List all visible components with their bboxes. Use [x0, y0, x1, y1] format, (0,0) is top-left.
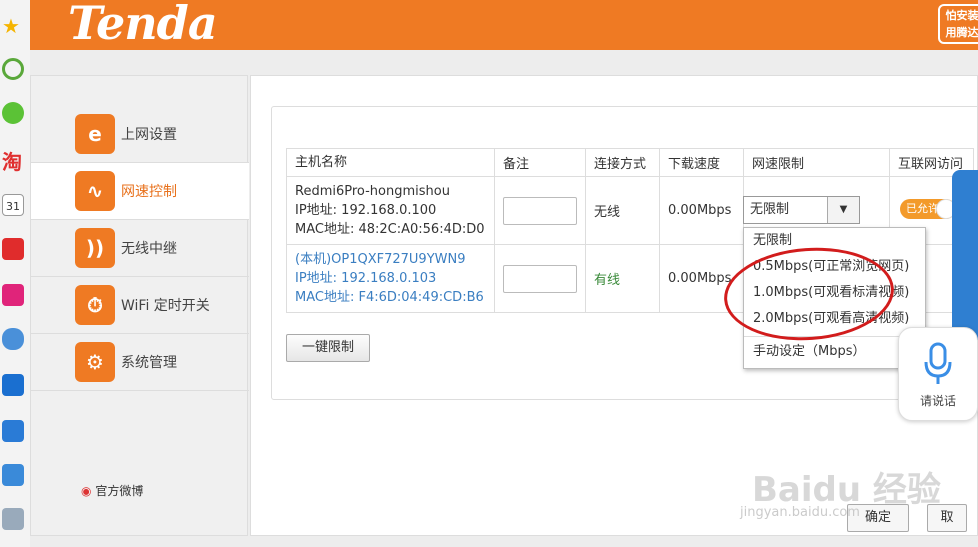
microphone-icon [923, 342, 953, 386]
side-floating-panel[interactable] [952, 170, 978, 340]
video-icon[interactable] [2, 374, 24, 396]
header-badge: 怕安装 用腾达 [938, 4, 978, 44]
sidebar-item-label: WiFi 定时开关 [121, 298, 210, 314]
speed-limit-select[interactable]: 无限制 ▼ [743, 196, 860, 224]
calendar-icon[interactable]: 31 [2, 194, 24, 216]
weibo-link[interactable]: ◉ 官方微博 [81, 482, 143, 499]
sidebar-item-system[interactable]: ⚙ 系统管理 [31, 334, 249, 391]
sidebar-item-label: 网速控制 [121, 184, 177, 200]
gear-icon: ⚙ [75, 342, 115, 382]
antenna-icon: )) [75, 228, 115, 268]
baidu-watermark: Baidu 经验 [752, 470, 941, 510]
internet-access-toggle[interactable]: 已允许 [900, 199, 956, 219]
note-input[interactable] [503, 196, 577, 225]
tenda-logo: Tenda [68, 0, 218, 50]
speed-wave-icon: ∿ [75, 171, 115, 211]
sidebar-item-label: 系统管理 [121, 355, 177, 371]
sidebar-item-speed-control[interactable]: ∿ 网速控制 [31, 163, 249, 220]
app-icon[interactable] [2, 508, 24, 530]
timer-icon: ⏱ [75, 285, 115, 325]
ie-icon: e [75, 114, 115, 154]
limit-all-button[interactable]: 一键限制 [286, 334, 370, 362]
sidebar-item-label: 无线中继 [121, 241, 177, 257]
voice-assistant[interactable]: 请说话 [898, 327, 978, 421]
calculator-icon[interactable] [2, 464, 24, 486]
weibo-icon: ◉ [81, 484, 92, 498]
sidebar-item-label: 上网设置 [121, 127, 177, 143]
sidebar-item-wireless-relay[interactable]: )) 无线中继 [31, 220, 249, 277]
taobao-icon[interactable]: 淘 [2, 146, 24, 174]
sidebar-item-wifi-timer[interactable]: ⏱ WiFi 定时开关 [31, 277, 249, 334]
baidu-watermark-url: jingyan.baidu.com [740, 505, 860, 520]
monitor-icon[interactable] [2, 420, 24, 442]
toutiao-icon[interactable] [2, 238, 24, 260]
clock-icon[interactable] [2, 58, 24, 80]
sidebar: e 上网设置 ∿ 网速控制 )) 无线中继 ⏱ WiFi 定时开关 ⚙ 系统管理… [30, 75, 249, 536]
gamepad-icon[interactable] [2, 328, 24, 350]
shopping-icon[interactable] [2, 284, 24, 306]
star-icon[interactable]: ★ [2, 14, 24, 38]
header-bar: Tenda 怕安装 用腾达 [30, 0, 978, 50]
wechat-icon[interactable] [2, 102, 24, 124]
sidebar-item-internet[interactable]: e 上网设置 [31, 106, 249, 163]
desktop-icon-strip: ★ 淘 31 [0, 0, 30, 547]
note-input[interactable] [503, 264, 577, 293]
chevron-down-icon[interactable]: ▼ [827, 197, 859, 223]
table-header-row: 主机名称 备注 连接方式 下载速度 网速限制 互联网访问 [286, 148, 974, 177]
